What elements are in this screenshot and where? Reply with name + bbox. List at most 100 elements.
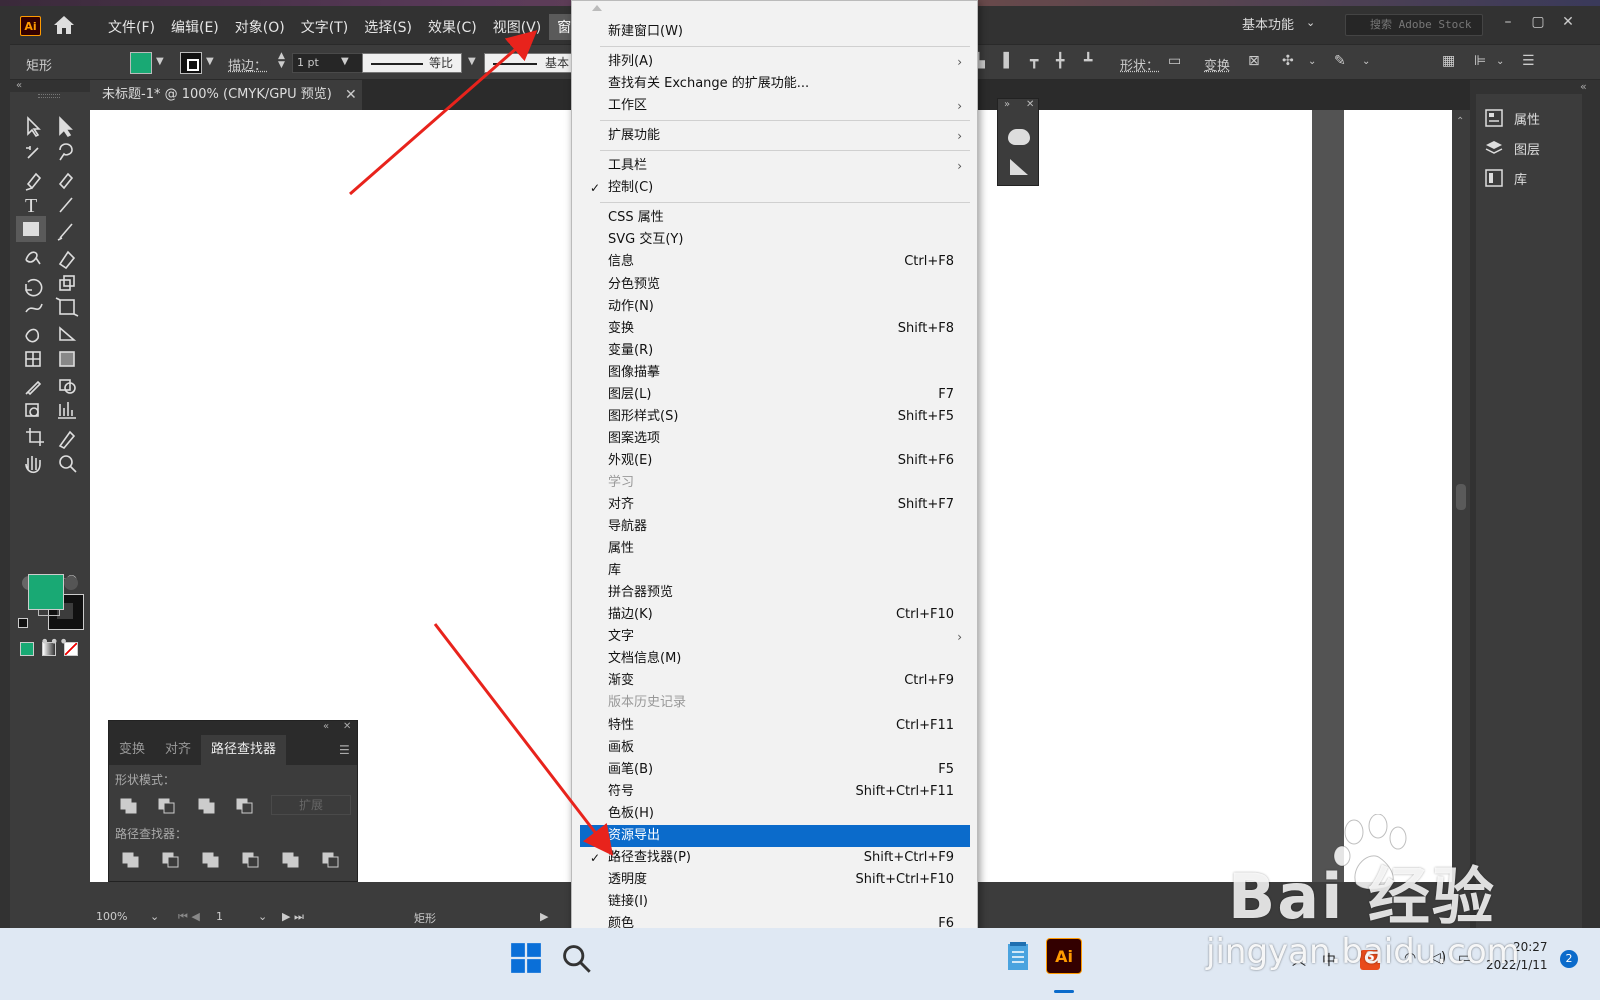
next-artboard-icon[interactable]: ▶ ⏭ [282,910,304,924]
chevron-down-icon[interactable]: ⌄ [150,910,159,923]
align-bottom-edge-icon[interactable]: ┻ [1084,53,1092,69]
window-menu-item[interactable]: 色板(H) [580,803,970,825]
dock-item-layers[interactable]: 图层 [1484,136,1540,160]
wifi-icon[interactable]: ◠ [1404,950,1416,966]
search-icon[interactable] [560,942,592,974]
puppet-warp-icon[interactable]: ✣ [1282,53,1294,69]
more-tools-icon[interactable]: ••• [40,632,68,651]
window-menu-item[interactable]: 变换 Shift+F8 [580,318,970,340]
workspace-switcher[interactable]: 基本功能 [1242,14,1294,33]
menu-0[interactable]: 文件(F) [100,14,163,40]
window-menu-item[interactable]: 库 [580,560,970,582]
window-menu-item[interactable]: 信息 Ctrl+F8 [580,251,970,273]
expand-panel-icon[interactable]: » [1004,99,1010,110]
window-menu-item[interactable]: 新建窗口(W) [580,21,970,43]
transform-label[interactable]: 变换 [1204,55,1230,74]
transform-each-icon[interactable]: ⊠ [1248,53,1260,69]
window-menu-item[interactable]: 图像描摹 [580,362,970,384]
scroll-up-icon[interactable]: ⌃ [1456,116,1464,127]
chevron-down-icon[interactable]: ▼ [341,56,349,67]
window-menu-item[interactable]: CSS 属性 [580,207,970,229]
stock-search-input[interactable]: 搜索 Adobe Stock [1345,14,1483,36]
window-menu-item[interactable]: 拼合器预览 [580,582,970,604]
color-guide-icon[interactable] [1008,129,1030,145]
window-menu-item[interactable]: SVG 交互(Y) [580,229,970,251]
window-menu-item[interactable]: 链接(I) [580,891,970,913]
window-menu-item[interactable]: 渐变 Ctrl+F9 [580,670,970,692]
chevron-down-icon[interactable]: ⌄ [258,910,267,923]
window-menu-item[interactable]: ✓ 控制(C) [580,177,970,199]
clock[interactable]: 20:27 2022/1/11 [1486,938,1548,974]
window-menu-item[interactable]: 画板 [580,737,970,759]
dock-collapse-icon[interactable]: « [1580,80,1587,93]
menu-4[interactable]: 选择(S) [356,14,420,40]
toolbar-collapse-icon[interactable]: « [10,80,90,92]
stroke-label[interactable]: 描边： [228,55,267,74]
scroll-up-icon[interactable] [592,5,602,11]
panel-header[interactable]: « ✕ [109,721,357,735]
window-menu-item[interactable]: 资源导出 [580,824,970,847]
dock-item-libraries[interactable]: 库 [1484,166,1527,190]
window-menu-item[interactable]: 动作(N) [580,296,970,318]
shape-properties-icon[interactable]: ▭ [1168,53,1181,69]
chevron-down-icon[interactable]: ⌄ [1306,16,1315,29]
close-icon[interactable]: ✕ [1026,99,1034,110]
close-icon[interactable]: ✕ [1556,14,1580,34]
minimize-icon[interactable]: – [1496,14,1520,34]
menu-6[interactable]: 视图(V) [485,14,550,40]
window-menu-item[interactable]: 文档信息(M) [580,648,970,670]
variable-width-profile[interactable]: 等比 [362,53,462,73]
align-middle-icon[interactable]: ╋ [1056,53,1064,69]
unite-icon[interactable] [119,797,139,815]
window-menu-item[interactable]: 工具栏 › [580,155,970,177]
chevron-up-icon[interactable]: ︿ [1292,950,1306,970]
dock-item-properties[interactable]: 属性 [1484,106,1540,130]
close-icon[interactable]: ✕ [343,721,351,732]
window-menu-item[interactable]: 属性 [580,538,970,560]
panel-tab-2[interactable]: 路径查找器 [201,735,287,765]
illustrator-taskbar-icon[interactable]: Ai [1046,938,1082,974]
fill-color-swatch[interactable] [28,574,64,610]
status-menu-icon[interactable]: ▶ [540,910,548,923]
chevron-down-icon[interactable]: ▼ [156,56,164,67]
menu-1[interactable]: 编辑(E) [163,14,227,40]
outline-icon[interactable] [281,851,301,869]
battery-icon[interactable]: ▭ [1458,950,1471,966]
restore-icon[interactable]: ▢ [1526,14,1550,34]
shape-label[interactable]: 形状： [1120,55,1159,74]
chevron-down-icon[interactable]: ▼ [206,56,214,67]
divide-icon[interactable] [121,851,141,869]
window-menu-item[interactable]: 导航器 [580,516,970,538]
zoom-level[interactable]: 100% [96,910,127,923]
draw-inside-icon[interactable] [64,576,78,590]
window-menu-item[interactable]: ✓ 路径查找器(P) Shift+Ctrl+F9 [580,847,970,869]
window-menu-item[interactable]: 查找有关 Exchange 的扩展功能... [580,73,970,95]
window-menu-item[interactable]: 透明度 Shift+Ctrl+F10 [580,869,970,891]
exclude-icon[interactable] [235,797,255,815]
intersect-icon[interactable] [197,797,217,815]
panel-tab-1[interactable]: 对齐 [155,735,201,765]
stroke-swatch[interactable] [180,52,202,74]
window-menu-item[interactable]: 符号 Shift+Ctrl+F11 [580,781,970,803]
minus-back-icon[interactable] [321,851,341,869]
windows-start-icon[interactable] [510,942,542,974]
window-menu-item[interactable]: 外观(E) Shift+F6 [580,450,970,472]
crop-icon[interactable] [241,851,261,869]
stroke-weight-field[interactable]: 1 pt [292,53,370,73]
window-menu-item[interactable]: 对齐 Shift+F7 [580,494,970,516]
menu-2[interactable]: 对象(O) [227,14,293,40]
chevron-down-icon[interactable]: ⌄ [1362,56,1370,67]
window-menu-item[interactable]: 图形样式(S) Shift+F5 [580,406,970,428]
fill-swatch[interactable] [130,52,152,74]
panel-menu-icon[interactable]: ☰ [339,743,350,757]
volume-icon[interactable]: ◁) [1430,950,1446,966]
trim-icon[interactable] [161,851,181,869]
window-menu-item[interactable]: 分色预览 [580,274,970,296]
chevron-down-icon[interactable]: ▼ [468,56,476,67]
panel-tab-0[interactable]: 变换 [109,735,155,765]
first-artboard-icon[interactable]: ⏮ ◀ [178,910,200,924]
window-menu-item[interactable]: 描边(K) Ctrl+F10 [580,604,970,626]
window-menu-item[interactable]: 扩展功能 › [580,125,970,147]
collapse-icon[interactable]: « [323,721,329,732]
notepad-icon[interactable] [1002,940,1034,972]
